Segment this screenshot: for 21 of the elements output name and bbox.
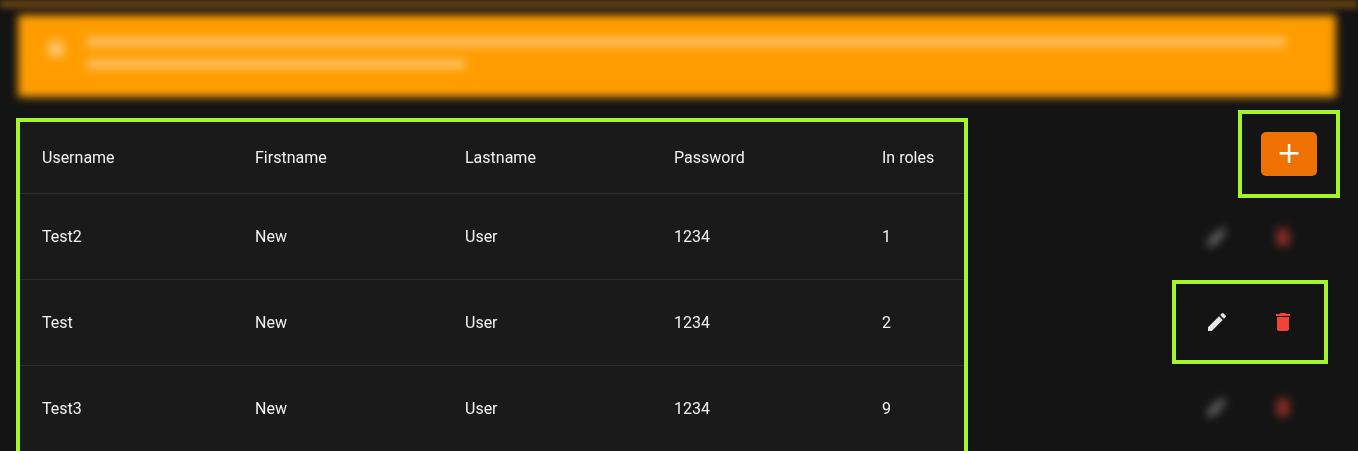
table-cell-text: Test — [42, 313, 74, 332]
table-cell-text: 2 — [882, 313, 892, 332]
table-cell-text: New — [255, 227, 288, 246]
table-cell-text: 1234 — [674, 313, 711, 332]
column-header: In roles — [882, 148, 936, 167]
table-cell-text: User — [465, 313, 499, 332]
table-cell-text: New — [255, 313, 288, 332]
table-cell-text: 1234 — [674, 227, 711, 246]
add-button[interactable]: + — [1261, 132, 1317, 176]
table-cell-text: Test3 — [42, 399, 83, 418]
table-cell-text: User — [465, 227, 499, 246]
column-header: Username — [42, 148, 116, 167]
column-header: Firstname — [255, 148, 328, 167]
table-cell-text: 9 — [882, 399, 892, 418]
column-header: Password — [674, 148, 746, 167]
column-header: Lastname — [465, 148, 537, 167]
table-cell-text: New — [255, 399, 288, 418]
table-cell-text: Test2 — [42, 227, 83, 246]
table-cell-text: 1 — [882, 227, 892, 246]
table-cell-text: User — [465, 399, 499, 418]
table-cell-text: 1234 — [674, 399, 711, 418]
